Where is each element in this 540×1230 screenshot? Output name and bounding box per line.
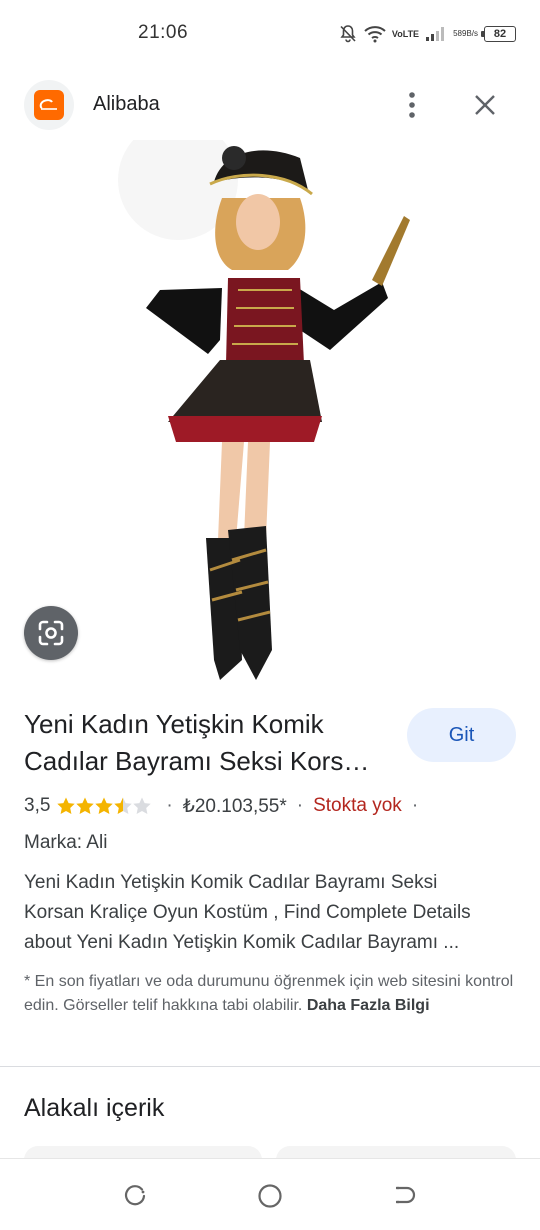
alibaba-logo-icon <box>24 80 74 130</box>
close-icon[interactable] <box>468 88 502 122</box>
bell-off-icon <box>338 24 358 44</box>
header: Alibaba <box>0 74 540 136</box>
star-icon <box>114 797 133 814</box>
section-divider <box>0 1066 540 1067</box>
volte-indicator: Vo LTE <box>391 28 420 39</box>
disclaimer-text: * En son fiyatları ve oda durumunu öğren… <box>24 973 514 1014</box>
separator-dot: · <box>296 795 304 816</box>
star-icon <box>133 797 152 814</box>
signal-icon <box>425 26 447 42</box>
recents-icon[interactable] <box>120 1181 150 1211</box>
brand: Marka: Ali <box>24 832 108 853</box>
status-time: 21:06 <box>138 22 189 43</box>
separator-dot: · <box>166 795 173 816</box>
google-lens-icon[interactable] <box>24 606 78 660</box>
product-meta-row: 3,5 · ₺20.103,55* · Stokta yok · <box>24 792 428 820</box>
description-line: about Yeni Kadın Yetişkin Komik Cadılar … <box>24 932 460 953</box>
product-title[interactable]: Yeni Kadın Yetişkin Komik Cadılar Bayram… <box>24 706 384 780</box>
more-info-link[interactable]: Daha Fazla Bilgi <box>307 997 430 1014</box>
more-vertical-icon[interactable] <box>398 88 426 122</box>
net-speed: 589 B/s <box>453 29 478 38</box>
description-line: Korsan Kraliçe Oyun Kostüm , Find Comple… <box>24 902 471 923</box>
rating-stars <box>56 796 156 816</box>
status-icons: Vo LTE 589 B/s 82 <box>338 20 516 48</box>
home-icon[interactable] <box>255 1181 285 1211</box>
product-description: Yeni Kadın Yetişkin Komik Cadılar Bayram… <box>24 868 524 958</box>
star-icon <box>95 797 114 814</box>
status-bar: 21:06 Vo LTE 589 B/s 82 <box>0 0 540 66</box>
star-icon <box>76 797 95 814</box>
separator-dot: · <box>411 795 419 816</box>
rating-value: 3,5 <box>24 795 51 816</box>
description-line: Yeni Kadın Yetişkin Komik Cadılar Bayram… <box>24 872 438 893</box>
related-content-title: Alakalı içerik <box>24 1094 165 1122</box>
visit-button[interactable]: Git <box>407 708 516 762</box>
battery-icon: 82 <box>481 26 516 42</box>
star-icon <box>57 797 76 814</box>
disclaimer: * En son fiyatları ve oda durumunu öğren… <box>24 970 519 1018</box>
back-icon[interactable] <box>390 1181 420 1211</box>
product-title-line-1: Yeni Kadın Yetişkin Komik <box>24 709 324 739</box>
battery-level: 82 <box>493 28 507 40</box>
app-title: Alibaba <box>93 93 160 115</box>
wifi-icon <box>364 25 386 43</box>
product-image[interactable] <box>0 140 540 688</box>
product-title-line-2: Cadılar Bayramı Seksi Kors… <box>24 746 370 776</box>
system-nav-bar <box>0 1158 540 1230</box>
price: ₺20.103,55* <box>182 795 287 817</box>
stock-status: Stokta yok <box>313 795 402 816</box>
